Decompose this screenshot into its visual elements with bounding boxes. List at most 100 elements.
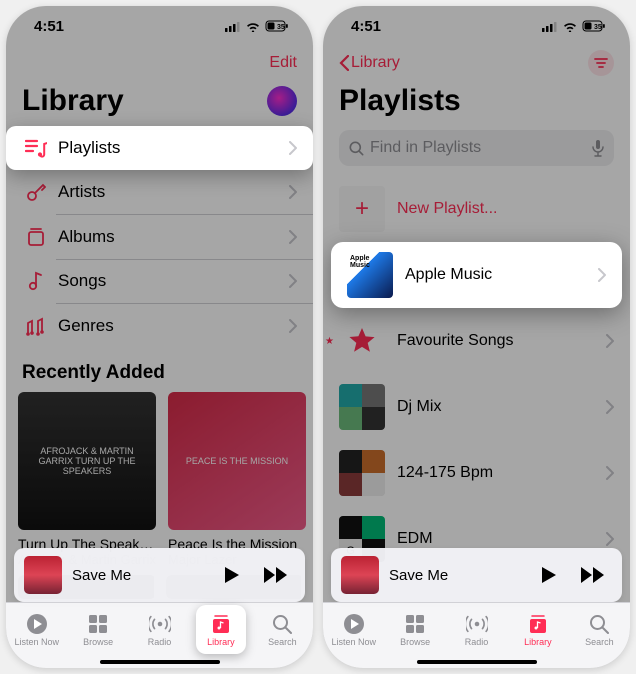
chevron-right-icon xyxy=(606,532,614,546)
album-card[interactable]: AFROJACK & MARTIN GARRIX TURN UP THE SPE… xyxy=(18,392,156,567)
chevron-right-icon xyxy=(289,230,297,244)
albums-icon xyxy=(22,227,50,247)
album-card[interactable]: PEACE IS THE MISSION Peace Is the Missio… xyxy=(168,392,306,567)
row-genres[interactable]: Genres xyxy=(6,304,313,348)
tab-label: Library xyxy=(524,637,552,647)
home-indicator[interactable] xyxy=(100,660,220,664)
row-label: 124-175 Bpm xyxy=(397,464,594,482)
play-circle-icon xyxy=(343,613,365,635)
search-input[interactable]: Find in Playlists xyxy=(339,130,614,166)
now-playing-bar[interactable]: Save Me xyxy=(331,548,622,602)
now-playing-art xyxy=(341,556,379,594)
tab-label: Search xyxy=(585,637,614,647)
search-icon xyxy=(271,613,293,635)
home-indicator[interactable] xyxy=(417,660,537,664)
playlist-art xyxy=(339,450,385,496)
page-title: Playlists xyxy=(339,84,461,118)
sort-icon xyxy=(594,58,608,68)
row-label: New Playlist... xyxy=(397,200,614,218)
songs-icon xyxy=(22,271,50,291)
genres-icon xyxy=(22,316,50,336)
grid-icon xyxy=(87,613,109,635)
tab-browse[interactable]: Browse xyxy=(67,603,128,656)
plus-icon: + xyxy=(339,186,385,232)
row-albums[interactable]: Albums xyxy=(6,215,313,259)
radio-icon xyxy=(466,613,488,635)
row-label: Playlists xyxy=(58,138,289,158)
now-playing-title: Save Me xyxy=(389,567,522,584)
tab-library[interactable]: Library xyxy=(190,603,251,656)
row-songs[interactable]: Songs xyxy=(6,259,313,303)
now-playing-art xyxy=(24,556,62,594)
tab-listen-now[interactable]: Listen Now xyxy=(6,603,67,656)
album-art: AFROJACK & MARTIN GARRIX TURN UP THE SPE… xyxy=(18,392,156,530)
playlist-art xyxy=(339,384,385,430)
now-playing-bar[interactable]: Save Me xyxy=(14,548,305,602)
row-label: Albums xyxy=(58,227,289,247)
tab-browse[interactable]: Browse xyxy=(384,603,445,656)
chevron-right-icon xyxy=(606,400,614,414)
library-screen: 4:51 35 Edit Library Playlists Artists xyxy=(6,6,313,668)
tab-label: Listen Now xyxy=(331,637,376,647)
status-bar: 4:51 35 xyxy=(6,6,313,46)
tab-radio[interactable]: Radio xyxy=(446,603,507,656)
star-badge-icon: ★ xyxy=(325,336,334,347)
tab-listen-now[interactable]: Listen Now xyxy=(323,603,384,656)
row-artists[interactable]: Artists xyxy=(6,170,313,214)
tab-label: Radio xyxy=(465,637,489,647)
status-bar: 4:51 35 xyxy=(323,6,630,46)
cellular-icon xyxy=(542,21,558,32)
playlists-screen: 4:51 35 Library Playlists Find in Playli… xyxy=(323,6,630,668)
wifi-icon xyxy=(245,21,261,32)
search-icon xyxy=(349,141,364,156)
profile-avatar[interactable] xyxy=(267,86,297,116)
title-row: Library xyxy=(6,80,313,126)
library-list: Playlists Artists Albums Songs xyxy=(6,126,313,348)
radio-icon xyxy=(149,613,171,635)
tab-label: Search xyxy=(268,637,297,647)
sort-button[interactable] xyxy=(588,50,614,76)
row-label: Favourite Songs xyxy=(397,332,594,350)
tab-label: Listen Now xyxy=(14,637,59,647)
page-title: Library xyxy=(22,84,124,118)
tab-label: Radio xyxy=(148,637,172,647)
playlist-bpm[interactable]: 124-175 Bpm xyxy=(323,440,630,506)
playlist-dj-mix[interactable]: Dj Mix xyxy=(323,374,630,440)
next-button[interactable] xyxy=(574,566,612,584)
recently-added-title: Recently Added xyxy=(6,348,313,392)
svg-text:35: 35 xyxy=(277,24,285,31)
play-circle-icon xyxy=(26,613,48,635)
playlists-icon xyxy=(22,138,50,158)
back-button[interactable]: Library xyxy=(339,54,400,72)
row-playlists[interactable]: Playlists xyxy=(6,126,313,170)
album-art: PEACE IS THE MISSION xyxy=(168,392,306,530)
tab-radio[interactable]: Radio xyxy=(129,603,190,656)
title-row: Playlists xyxy=(323,80,630,126)
now-playing-title: Save Me xyxy=(72,567,205,584)
library-icon xyxy=(527,613,549,635)
tab-library[interactable]: Library xyxy=(507,603,568,656)
chevron-right-icon xyxy=(606,334,614,348)
tab-search[interactable]: Search xyxy=(569,603,630,656)
recently-added-row[interactable]: AFROJACK & MARTIN GARRIX TURN UP THE SPE… xyxy=(6,392,313,567)
nav-row: Library xyxy=(323,46,630,80)
chevron-right-icon xyxy=(598,268,606,282)
svg-text:35: 35 xyxy=(594,24,602,31)
nav-row: Edit xyxy=(6,46,313,80)
row-label: Dj Mix xyxy=(397,398,594,416)
battery-icon: 35 xyxy=(265,20,289,32)
status-time: 4:51 xyxy=(351,18,381,35)
tab-search[interactable]: Search xyxy=(252,603,313,656)
play-button[interactable] xyxy=(532,565,564,585)
tab-label: Library xyxy=(207,637,235,647)
playlist-apple-music[interactable]: Apple Music Apple Music xyxy=(331,242,622,308)
playlist-favourite[interactable]: ★ Favourite Songs xyxy=(323,308,630,374)
next-button[interactable] xyxy=(257,566,295,584)
play-button[interactable] xyxy=(215,565,247,585)
back-label: Library xyxy=(351,54,400,72)
playlist-art: Apple Music xyxy=(347,252,393,298)
mic-icon[interactable] xyxy=(592,140,604,157)
new-playlist-row[interactable]: + New Playlist... xyxy=(323,176,630,242)
chevron-left-icon xyxy=(339,55,349,71)
edit-button[interactable]: Edit xyxy=(269,54,297,72)
